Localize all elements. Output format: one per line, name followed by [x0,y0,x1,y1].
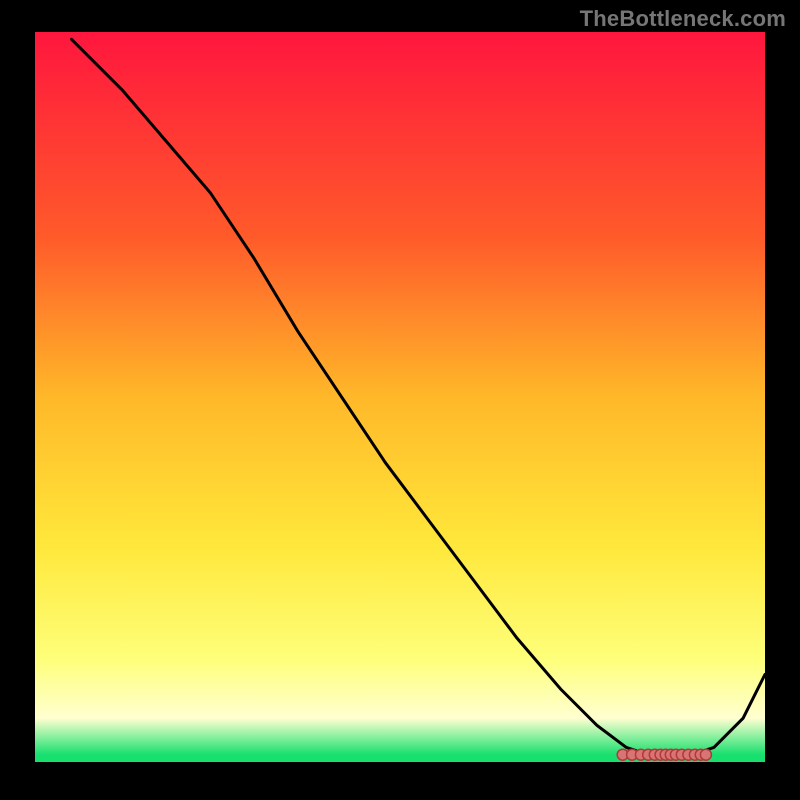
gradient-background [35,32,765,762]
marker-dots [617,749,711,760]
plot-area [35,32,765,762]
chart-container: TheBottleneck.com [0,0,800,800]
marker-dot [700,749,711,760]
watermark-text: TheBottleneck.com [580,6,786,32]
chart-svg [35,32,765,762]
